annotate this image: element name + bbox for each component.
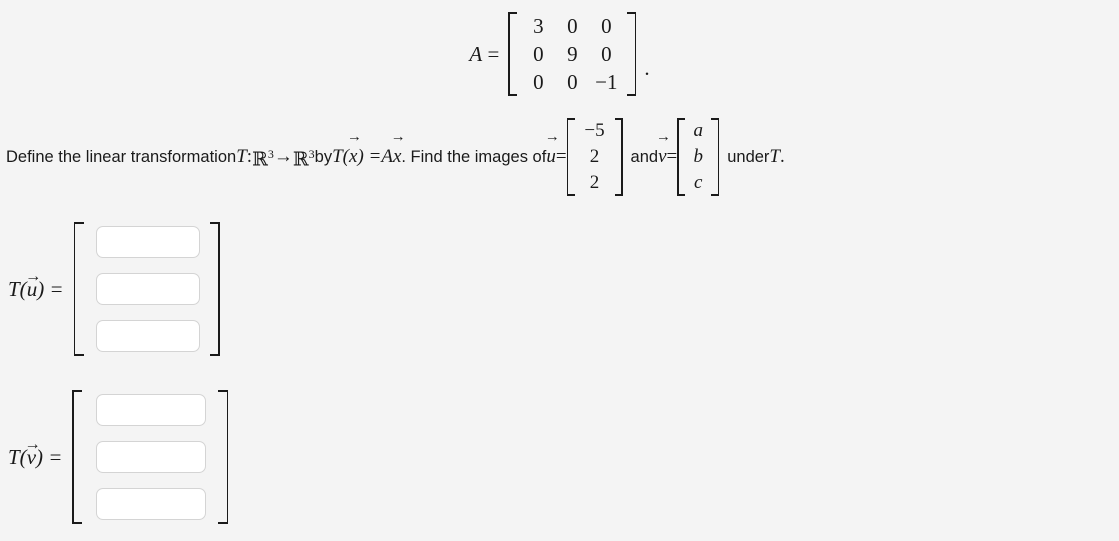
a-times-x-symbol: Ax →: [381, 130, 405, 176]
answer-v-fields: [82, 390, 218, 524]
statement-arrow: →: [273, 146, 293, 167]
vector-arrow-icon: →: [25, 265, 42, 285]
vector-u-row: 2: [578, 170, 612, 196]
vector-arrow-icon: →: [544, 129, 560, 146]
vector-v-left-bracket: [677, 118, 686, 196]
vector-u-row: 2: [578, 144, 612, 170]
vector-v: abc: [677, 118, 720, 196]
matrix-a: 3 0 0 0 9 0 0 0 −1: [508, 12, 637, 96]
answer-row-t-of-u: T(u →) =: [8, 222, 220, 356]
statement-and-text: and: [630, 148, 659, 166]
matrix-a-equals: =: [487, 41, 500, 66]
vector-v-body: abc: [685, 118, 711, 196]
vector-u: −5 2 2: [566, 118, 623, 196]
v-vector-symbol: v →: [656, 130, 671, 176]
answer-u-left-bracket: [73, 222, 84, 356]
matrix-a-cell: 9: [567, 42, 578, 66]
answer-u-input-1[interactable]: [95, 226, 200, 258]
answer-label-t-of-v: T(v →) =: [8, 435, 72, 470]
answer-u-input-3[interactable]: [95, 320, 200, 352]
u-vector-symbol: u →: [25, 267, 41, 302]
matrix-a-cell: 0: [533, 70, 544, 94]
vector-arrow-icon: →: [346, 129, 362, 146]
u-vector-letter: u: [546, 146, 556, 167]
answer-u-fields: [84, 222, 210, 356]
vector-arrow-icon: →: [390, 129, 406, 146]
vector-v-row: b: [688, 144, 708, 170]
matrix-a-row: 090: [521, 40, 623, 68]
answer-label-open: T(: [8, 276, 27, 301]
vector-v-right-bracket: [711, 118, 720, 196]
matrix-a-cell: 0: [601, 14, 612, 38]
problem-statement: Define the linear transformation T : ℝ3 …: [6, 118, 1106, 196]
answer-label-t-of-u: T(u →) =: [8, 267, 74, 302]
answer-u-input-2[interactable]: [95, 273, 200, 305]
matrix-a-cell: 0: [567, 14, 578, 38]
vector-arrow-icon: →: [24, 433, 41, 453]
matrix-a-label: A: [469, 41, 483, 66]
answer-matrix-v: [72, 390, 229, 524]
statement-text-part1: Define the linear transformation: [6, 148, 237, 166]
vector-u-cell: 2: [589, 146, 600, 167]
x-vector-symbol: x →: [347, 130, 362, 176]
x-vector-letter: x: [349, 146, 358, 167]
domain-symbol: ℝ3: [252, 135, 274, 179]
vector-u-body: −5 2 2: [575, 118, 615, 196]
vector-u-left-bracket: [566, 118, 575, 196]
under-transformation-symbol: T: [769, 146, 780, 167]
vector-u-right-bracket: [614, 118, 623, 196]
matrix-a-period: .: [644, 55, 650, 80]
answer-v-right-bracket: [218, 390, 229, 524]
vector-u-cell: −5: [584, 120, 605, 141]
answer-u-right-bracket: [209, 222, 220, 356]
matrix-a-right-bracket: [627, 12, 637, 96]
vector-u-cell: 2: [589, 172, 600, 193]
vector-arrow-icon: →: [656, 129, 671, 146]
statement-text-part3: . Find the images of: [401, 148, 547, 166]
matrix-a-row: 300: [521, 12, 623, 40]
matrix-a-body: 3 0 0 0 9 0 0 0 −1: [517, 12, 627, 96]
statement-final-period: .: [780, 146, 785, 167]
answer-v-input-3[interactable]: [96, 488, 207, 520]
codomain-exponent: 3: [308, 146, 315, 161]
transformation-symbol: T: [236, 146, 247, 167]
matrix-a-cell: 3: [533, 14, 544, 38]
vector-v-row: a: [688, 118, 708, 144]
matrix-a-left-bracket: [508, 12, 518, 96]
matrix-a-cell: 0: [567, 70, 578, 94]
matrix-a-cell: 0: [533, 42, 544, 66]
v-vector-letter: v: [658, 146, 667, 167]
vector-v-cell: a: [693, 120, 703, 141]
vector-v-cell: c: [694, 172, 703, 193]
matrix-a-cell: −1: [595, 70, 618, 94]
domain-base: ℝ: [252, 149, 268, 171]
u-vector-symbol: u →: [545, 130, 560, 176]
matrix-a-definition: A = 3 0 0 0 9 0 0 0 −1.: [0, 12, 1119, 96]
statement-text-part4: under: [727, 148, 770, 166]
answer-v-input-1[interactable]: [96, 394, 207, 426]
statement-text-part2: by: [314, 148, 333, 166]
codomain-base: ℝ: [292, 149, 309, 171]
vector-v-cell: b: [693, 146, 703, 167]
vector-v-row: c: [688, 170, 708, 196]
v-vector-symbol: v →: [24, 435, 40, 470]
answer-v-left-bracket: [72, 390, 83, 524]
matrix-a-equation-lhs: A =: [469, 42, 499, 67]
domain-exponent: 3: [267, 146, 274, 161]
vector-u-row: −5: [578, 118, 612, 144]
matrix-a-cell: 0: [601, 42, 612, 66]
a-times-x-letters: Ax: [381, 146, 402, 167]
answer-row-t-of-v: T(v →) =: [8, 390, 229, 524]
matrix-a-row: 0 0 −1: [521, 68, 623, 96]
codomain-symbol: ℝ3: [293, 135, 315, 179]
answer-v-input-2[interactable]: [96, 441, 207, 473]
answer-matrix-u: [73, 222, 220, 356]
